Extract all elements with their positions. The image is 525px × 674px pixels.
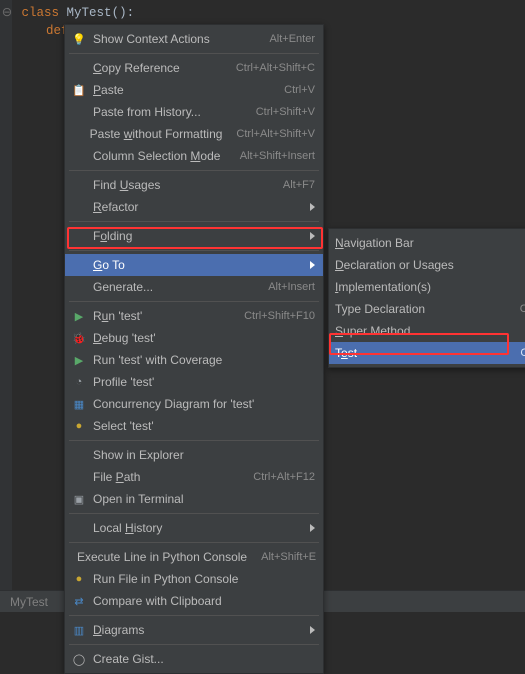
menu-separator (69, 250, 319, 251)
code-line: ⊖ class MyTest(): (18, 4, 525, 22)
bulb-icon: 💡 (71, 31, 87, 47)
debug-item[interactable]: 🐞 Debug 'test' (65, 327, 323, 349)
context-menu: 💡 Show Context Actions Alt+Enter Copy Re… (64, 24, 324, 674)
menu-separator (69, 644, 319, 645)
concurrency-item[interactable]: ▦ Concurrency Diagram for 'test' (65, 393, 323, 415)
coverage-icon: ▶ (71, 352, 87, 368)
clock-icon: ◔ (71, 374, 87, 390)
python-icon: ● (71, 571, 87, 587)
type-declaration-item[interactable]: Type Declaration Ctrl+Shift+B (329, 298, 525, 320)
menu-separator (69, 440, 319, 441)
create-gist-item[interactable]: ◯ Create Gist... (65, 648, 323, 670)
diagrams-item[interactable]: ▥ Diagrams (65, 619, 323, 641)
blank-icon (71, 257, 87, 273)
diagram-icon: ▥ (71, 622, 87, 638)
submenu-arrow-icon (310, 232, 315, 240)
run-file-console-item[interactable]: ● Run File in Python Console (65, 568, 323, 590)
menu-separator (69, 53, 319, 54)
profile-item[interactable]: ◔ Profile 'test' (65, 371, 323, 393)
compare-clipboard-item[interactable]: ⇄ Compare with Clipboard (65, 590, 323, 612)
blank-icon (71, 199, 87, 215)
blank-icon (71, 520, 87, 536)
blank-icon (71, 469, 87, 485)
breadcrumb-label: MyTest (10, 595, 48, 609)
blank-icon (71, 177, 87, 193)
find-usages-item[interactable]: Find Usages Alt+F7 (65, 174, 323, 196)
file-path-item[interactable]: File Path Ctrl+Alt+F12 (65, 466, 323, 488)
menu-separator (69, 221, 319, 222)
local-history-item[interactable]: Local History (65, 517, 323, 539)
refactor-item[interactable]: Refactor (65, 196, 323, 218)
python-icon: ● (71, 418, 87, 434)
menu-separator (69, 513, 319, 514)
generate-item[interactable]: Generate... Alt+Insert (65, 276, 323, 298)
blank-icon (71, 228, 87, 244)
open-terminal-item[interactable]: ▣ Open in Terminal (65, 488, 323, 510)
goto-submenu: Navigation Bar Alt+Home Declaration or U… (328, 228, 525, 368)
blank-icon (71, 126, 84, 142)
github-icon: ◯ (71, 651, 87, 667)
paste-item[interactable]: 📋 Paste Ctrl+V (65, 79, 323, 101)
menu-separator (69, 542, 319, 543)
show-explorer-item[interactable]: Show in Explorer (65, 444, 323, 466)
show-context-actions-item[interactable]: 💡 Show Context Actions Alt+Enter (65, 28, 323, 50)
blank-icon (71, 447, 87, 463)
fold-icon[interactable]: ⊖ (0, 4, 14, 22)
play-icon: ▶ (71, 308, 87, 324)
terminal-icon: ▣ (71, 491, 87, 507)
blank-icon (71, 279, 87, 295)
submenu-arrow-icon (310, 626, 315, 634)
test-item[interactable]: Test Ctrl+Shift+T (329, 342, 525, 364)
paste-without-formatting-item[interactable]: Paste without Formatting Ctrl+Alt+Shift+… (65, 123, 323, 145)
exec-line-item[interactable]: Execute Line in Python Console Alt+Shift… (65, 546, 323, 568)
submenu-arrow-icon (310, 261, 315, 269)
implementations-item[interactable]: Implementation(s) Ctrl+Alt+B (329, 276, 525, 298)
folding-item[interactable]: Folding (65, 225, 323, 247)
submenu-arrow-icon (310, 524, 315, 532)
copy-reference-item[interactable]: Copy Reference Ctrl+Alt+Shift+C (65, 57, 323, 79)
submenu-arrow-icon (310, 203, 315, 211)
super-method-item[interactable]: Super Method Ctrl+U (329, 320, 525, 342)
select-test-item[interactable]: ● Select 'test' (65, 415, 323, 437)
blank-icon (71, 104, 87, 120)
navigation-bar-item[interactable]: Navigation Bar Alt+Home (329, 232, 525, 254)
menu-separator (69, 170, 319, 171)
paste-history-item[interactable]: Paste from History... Ctrl+Shift+V (65, 101, 323, 123)
blank-icon (71, 60, 87, 76)
run-coverage-item[interactable]: ▶ Run 'test' with Coverage (65, 349, 323, 371)
column-selection-item[interactable]: Column Selection Mode Alt+Shift+Insert (65, 145, 323, 167)
goto-item[interactable]: Go To (65, 254, 323, 276)
blank-icon (71, 148, 87, 164)
paste-icon: 📋 (71, 82, 87, 98)
run-item[interactable]: ▶ Run 'test' Ctrl+Shift+F10 (65, 305, 323, 327)
concurrency-icon: ▦ (71, 396, 87, 412)
menu-separator (69, 615, 319, 616)
declaration-usages-item[interactable]: Declaration or Usages Ctrl+B (329, 254, 525, 276)
diff-icon: ⇄ (71, 593, 87, 609)
bug-icon: 🐞 (71, 330, 87, 346)
menu-separator (69, 301, 319, 302)
